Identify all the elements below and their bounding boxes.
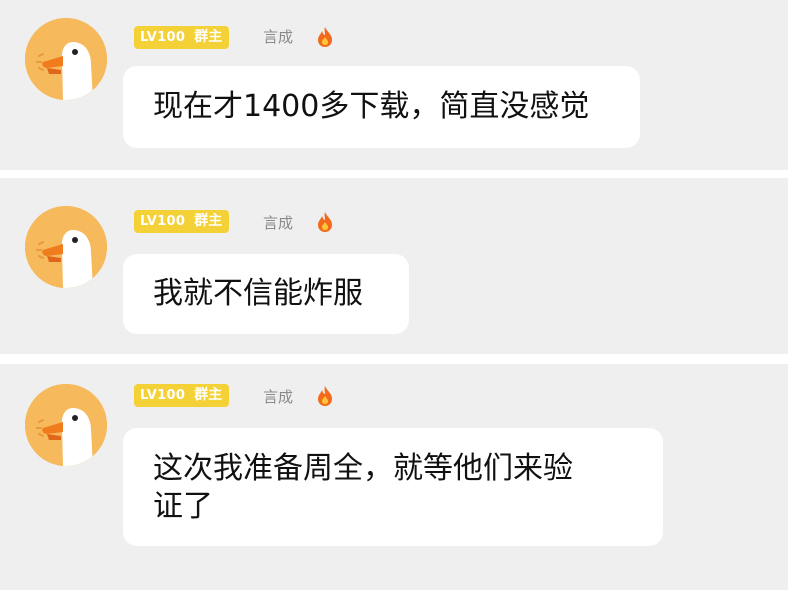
goose-avatar[interactable] (25, 18, 107, 100)
level-badge: LV100 群主 (134, 210, 230, 233)
chat-message-1: LV100 群主 言成 现在才1400多下载，简直没感觉 (0, 0, 788, 170)
level-label: LV100 (134, 26, 192, 49)
level-label: LV100 (134, 210, 192, 233)
chat-message-2: LV100 群主 言成 我就不信能炸服 (0, 178, 788, 354)
level-badge: LV100 群主 (134, 384, 230, 407)
flame-icon (318, 386, 332, 406)
message-text: 我就不信能炸服 (153, 276, 363, 311)
username[interactable]: 言成 (263, 26, 293, 49)
message-text: 现在才1400多下载，简直没感觉 (153, 89, 590, 124)
goose-icon (25, 206, 107, 288)
role-label: 群主 (191, 384, 230, 407)
goose-avatar[interactable] (25, 384, 107, 466)
message-text-line-2: 证了 (153, 489, 213, 524)
flame-icon (318, 27, 332, 47)
username[interactable]: 言成 (263, 386, 293, 409)
message-bubble: 我就不信能炸服 (123, 254, 409, 334)
goose-avatar[interactable] (25, 206, 107, 288)
goose-icon (25, 384, 107, 466)
level-badge: LV100 群主 (134, 26, 230, 49)
message-bubble: 这次我准备周全，就等他们来验 证了 (123, 428, 663, 546)
flame-icon (318, 212, 332, 232)
role-label: 群主 (191, 210, 230, 233)
goose-icon (25, 18, 107, 100)
username[interactable]: 言成 (263, 212, 293, 235)
level-label: LV100 (134, 384, 192, 407)
chat-message-3: LV100 群主 言成 这次我准备周全，就等他们来验 证了 (0, 364, 788, 590)
role-label: 群主 (191, 26, 230, 49)
message-bubble: 现在才1400多下载，简直没感觉 (123, 66, 640, 148)
message-text-line-1: 这次我准备周全，就等他们来验 (153, 451, 573, 486)
